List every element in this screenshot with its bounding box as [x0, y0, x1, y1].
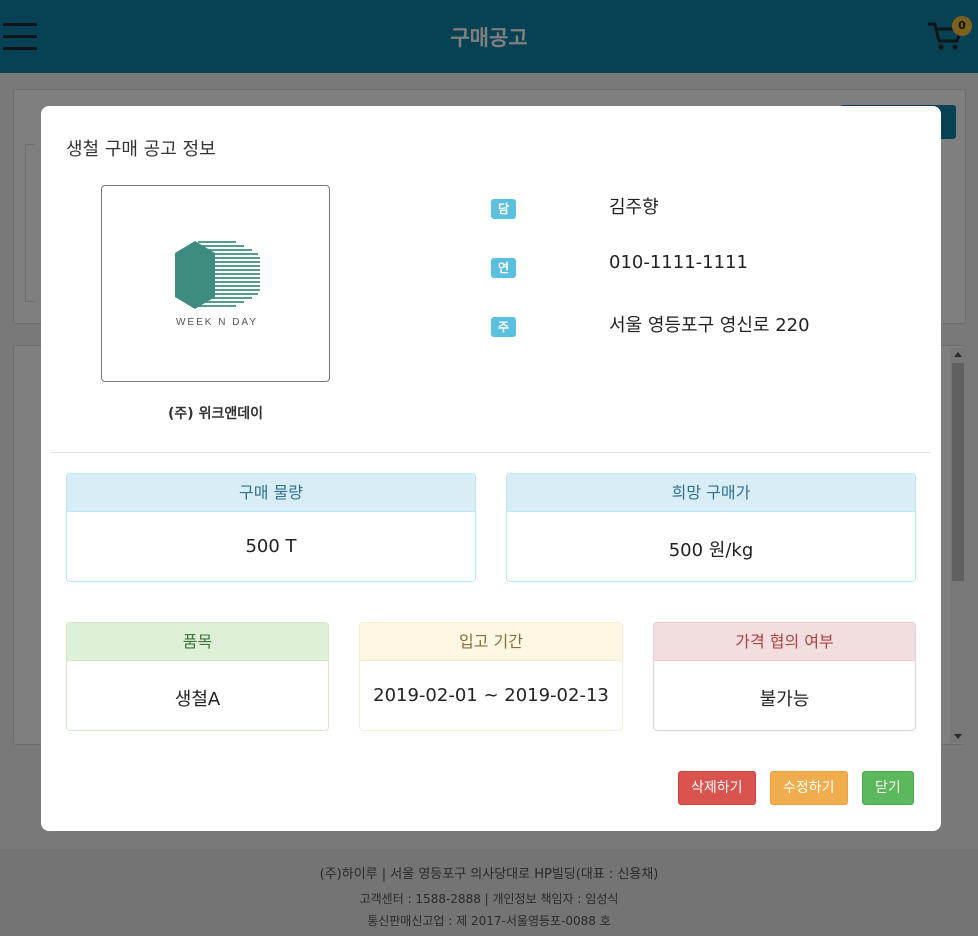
purchase-quantity-card: 구매 물량 500 T	[66, 473, 476, 582]
company-logo: WEEK N DAY	[101, 185, 330, 382]
contact-value: 010-1111-1111	[609, 252, 748, 273]
delivery-period-value: 2019-02-01 ~ 2019-02-13	[373, 685, 609, 706]
price-negotiation-value: 불가능	[759, 689, 810, 710]
delete-button[interactable]: 삭제하기	[678, 771, 756, 805]
delivery-period-title: 입고 기간	[360, 623, 622, 661]
item-value: 생철A	[174, 689, 221, 710]
price-negotiation-card: 가격 협의 여부 불가능	[653, 622, 916, 731]
desired-price-title: 희망 구매가	[507, 474, 915, 512]
item-card: 품목 생철A	[66, 622, 329, 731]
manager-label: 담당자	[491, 199, 517, 256]
divider	[51, 452, 931, 453]
company-name: (주) 위크앤데이	[168, 406, 263, 422]
modal-title: 생철 구매 공고 정보	[66, 139, 216, 160]
close-button[interactable]: 닫기	[862, 771, 914, 805]
manager-value: 김주향	[609, 197, 659, 218]
desired-price-value: 500 원/kg	[668, 540, 754, 561]
edit-button[interactable]: 수정하기	[770, 771, 848, 805]
delivery-period-card: 입고 기간 2019-02-01 ~ 2019-02-13	[359, 622, 623, 731]
address-label: 주소	[491, 317, 517, 354]
contact-label: 연락처	[491, 258, 517, 315]
price-negotiation-title: 가격 협의 여부	[654, 623, 915, 661]
item-title: 품목	[67, 623, 328, 661]
logo-text: WEEK N DAY	[176, 317, 258, 328]
address-value: 서울 영등포구 영신로 220	[609, 315, 810, 336]
purchase-quantity-title: 구매 물량	[67, 474, 475, 512]
purchase-notice-modal: 생철 구매 공고 정보 WEEK N DAY (주) 위크앤데이 담당자 김주향…	[41, 106, 941, 831]
purchase-quantity-value: 500 T	[245, 536, 297, 557]
desired-price-card: 희망 구매가 500 원/kg	[506, 473, 916, 582]
